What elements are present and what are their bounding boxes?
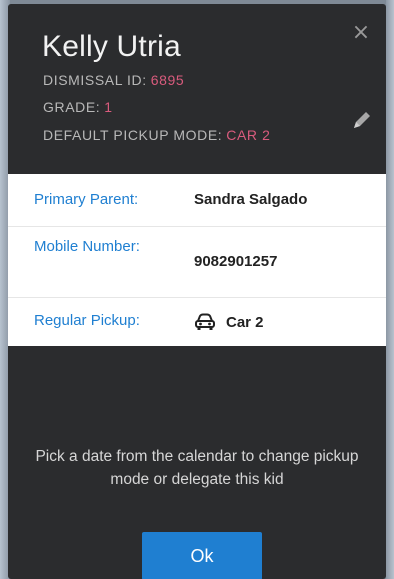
- mobile-number-value: 9082901257: [194, 253, 278, 270]
- primary-parent-value: Sandra Salgado: [194, 191, 308, 208]
- regular-pickup-row: Regular Pickup: Car 2: [8, 297, 386, 346]
- ok-button[interactable]: Ok: [142, 532, 262, 579]
- dismissal-id-row: DISMISSAL ID: 6895: [43, 72, 184, 88]
- close-icon[interactable]: ×: [350, 22, 372, 44]
- mobile-number-row: Mobile Number: 9082901257: [8, 226, 386, 298]
- student-name: Kelly Utria: [42, 30, 181, 63]
- default-pickup-label: DEFAULT PICKUP MODE:: [43, 127, 223, 143]
- mobile-number-label: Mobile Number:: [34, 238, 140, 255]
- dismissal-id-value: 6895: [150, 72, 185, 88]
- regular-pickup-value: Car 2: [226, 313, 264, 331]
- regular-pickup-value-wrap: Car 2: [194, 313, 264, 331]
- grade-label: GRADE:: [43, 99, 101, 115]
- calendar-hint: Pick a date from the calendar to change …: [35, 448, 359, 488]
- pencil-icon[interactable]: [350, 108, 374, 132]
- details-card: Primary Parent: Sandra Salgado Mobile Nu…: [8, 174, 386, 346]
- primary-parent-label: Primary Parent:: [34, 191, 139, 208]
- grade-row: GRADE: 1: [43, 99, 113, 115]
- student-modal: × Kelly Utria DISMISSAL ID: 6895 GRADE: 1 …: [8, 4, 386, 579]
- background-edge-right: [386, 0, 394, 579]
- car-icon: [195, 313, 215, 330]
- grade-value: 1: [104, 99, 113, 115]
- regular-pickup-label: Regular Pickup:: [34, 312, 140, 329]
- dismissal-id-label: DISMISSAL ID:: [43, 72, 147, 88]
- default-pickup-row: DEFAULT PICKUP MODE: CAR 2: [43, 127, 271, 143]
- default-pickup-value: CAR 2: [226, 127, 271, 143]
- primary-parent-row: Primary Parent: Sandra Salgado: [8, 174, 386, 227]
